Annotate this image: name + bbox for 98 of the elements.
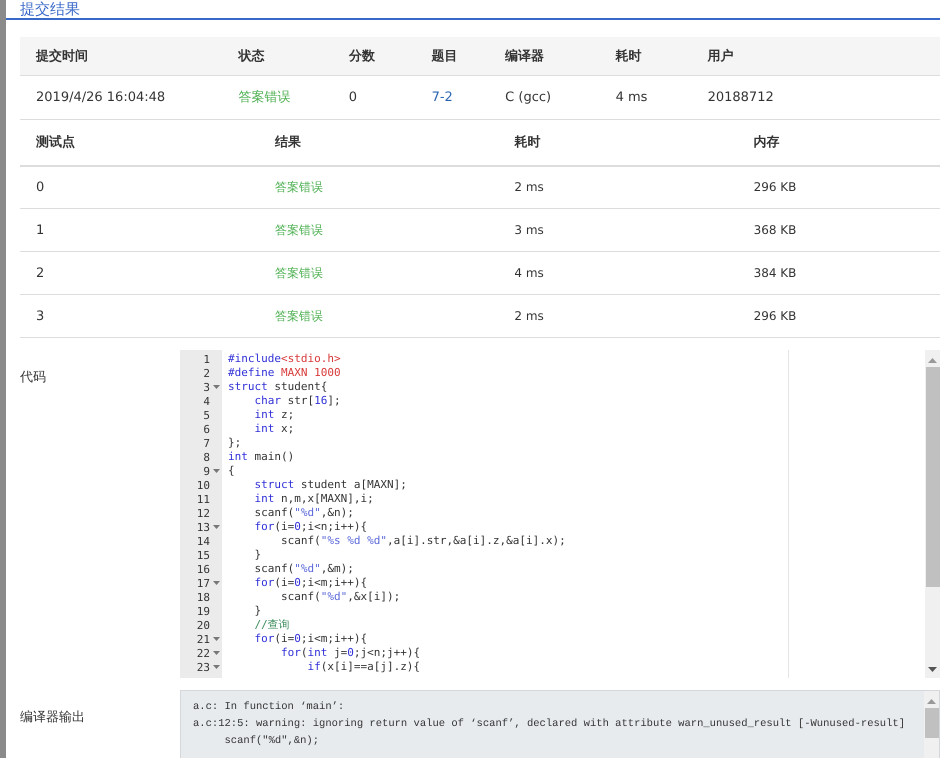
line-number: 16 [196, 562, 210, 576]
line-number: 3 [203, 380, 210, 394]
line-number: 20 [196, 618, 210, 632]
output-line: a.c:12:5: warning: ignoring return value of ‘scanf’, declared with attribute warn_unused_result [-Wunused-result] [193, 717, 906, 732]
output-line: a.c: In function ‘main’: [193, 700, 346, 715]
table-cell: 2019/4/26 16:04:48 [36, 90, 166, 104]
code-line: { [228, 464, 236, 478]
scroll-up-icon[interactable] [927, 699, 936, 704]
section-label: 代码 [20, 369, 47, 387]
line-number: 2 [203, 366, 210, 380]
column-header: 提交时间 [20, 37, 222, 75]
code-line: char str[16]; [253, 394, 342, 408]
line-number: 18 [196, 590, 210, 604]
line-number: 7 [203, 436, 210, 450]
table-cell: 368 KB [754, 222, 796, 236]
column-header: 耗时 [498, 120, 738, 166]
code-line: int x; [253, 422, 296, 436]
line-number: 10 [196, 478, 210, 492]
code-line: if(x[i]==a[j].z){ [306, 660, 422, 674]
code-line: struct student{ [228, 380, 328, 394]
table-cell: C (gcc) [505, 90, 552, 104]
line-number: 11 [196, 492, 210, 506]
table-cell: 3 ms [514, 222, 544, 236]
code-line: scanf("%s %d %d",a[i].str,&a[i].z,&a[i].x); [280, 534, 567, 548]
fold-icon[interactable] [212, 468, 220, 474]
status-text: 答案错误 [275, 266, 324, 280]
table-cell: 0 [36, 180, 44, 195]
line-number: 6 [203, 422, 210, 436]
column-header: 题目 [416, 37, 490, 75]
fold-icon[interactable] [212, 650, 220, 656]
code-line: } [253, 548, 262, 562]
column-header: 耗时 [600, 37, 692, 75]
line-number: 5 [203, 408, 210, 422]
scroll-up-icon[interactable] [928, 358, 937, 363]
column-header: 内存 [738, 120, 940, 166]
column-header: 分数 [332, 37, 416, 75]
code-line: scanf("%d",&m); [253, 562, 355, 576]
table-cell: 296 KB [754, 308, 796, 322]
line-number: 14 [196, 534, 210, 548]
output-line: scanf("%d",&n); [224, 734, 320, 749]
line-number: 13 [196, 520, 210, 534]
fold-icon[interactable] [212, 524, 220, 530]
code-line: #define MAXN 1000 [228, 366, 342, 380]
table-cell: 4 ms [616, 90, 648, 104]
code-line: //查询 [253, 618, 291, 632]
line-number: 23 [196, 660, 210, 674]
code-line: } [253, 604, 262, 618]
line-number: 12 [196, 506, 210, 520]
status-text: 答案错误 [238, 90, 290, 105]
scrollbar[interactable] [925, 350, 940, 678]
code-line: int n,m,x[MAXN],i; [253, 492, 375, 506]
code-line: scanf("%d",&n); [253, 506, 355, 520]
code-line: int z; [253, 408, 296, 422]
code-line: struct student a[MAXN]; [253, 478, 408, 492]
code-line: for(i=0;i<n;i++){ [253, 520, 368, 534]
scrollbar[interactable] [924, 691, 939, 758]
status-text: 答案错误 [275, 308, 324, 322]
code-line: for(i=0;i<m;i++){ [253, 632, 368, 646]
line-number: 22 [196, 646, 210, 660]
fold-icon[interactable] [212, 384, 220, 390]
code-line: scanf("%d",&x[i]); [280, 590, 402, 604]
line-number: 4 [203, 394, 210, 408]
table-cell: 2 [36, 266, 44, 280]
line-number: 8 [203, 450, 210, 464]
code-line: for(int j=0;j<n;j++){ [280, 646, 422, 660]
table-cell: 4 ms [514, 266, 544, 280]
table-cell: 2 ms [514, 308, 544, 322]
column-header: 编译器 [489, 37, 600, 75]
line-number: 17 [196, 576, 210, 590]
line-number: 15 [196, 548, 210, 562]
table-cell: 384 KB [754, 266, 796, 280]
status-text: 答案错误 [275, 180, 324, 194]
code-line: #include<stdio.h> [228, 352, 342, 366]
status-text: 答案错误 [275, 222, 324, 236]
column-header: 测试点 [20, 120, 260, 166]
table-cell: 20188712 [708, 90, 774, 104]
problem-link[interactable]: 7-2 [432, 90, 453, 104]
fold-icon[interactable] [212, 636, 220, 642]
line-number: 19 [196, 604, 210, 618]
code-line: int main() [228, 450, 296, 464]
line-number: 21 [196, 632, 210, 646]
table-cell: 3 [36, 308, 44, 324]
dialog-title: 提交结果 [20, 0, 80, 18]
code-line: for(i=0;i<m;i++){ [253, 576, 368, 590]
code-line: }; [228, 436, 242, 450]
table-cell: 296 KB [754, 180, 796, 194]
table-cell: 2 ms [514, 180, 544, 194]
section-label: 编译器输出 [20, 709, 86, 727]
fold-icon[interactable] [212, 580, 220, 586]
scroll-down-icon[interactable] [928, 667, 937, 672]
line-number: 9 [203, 464, 210, 478]
fold-icon[interactable] [212, 664, 220, 670]
line-number: 1 [203, 352, 210, 366]
column-header: 用户 [692, 37, 940, 75]
column-header: 结果 [259, 120, 498, 166]
column-header: 状态 [222, 37, 333, 75]
table-cell: 1 [36, 222, 44, 238]
table-cell: 0 [348, 90, 358, 104]
